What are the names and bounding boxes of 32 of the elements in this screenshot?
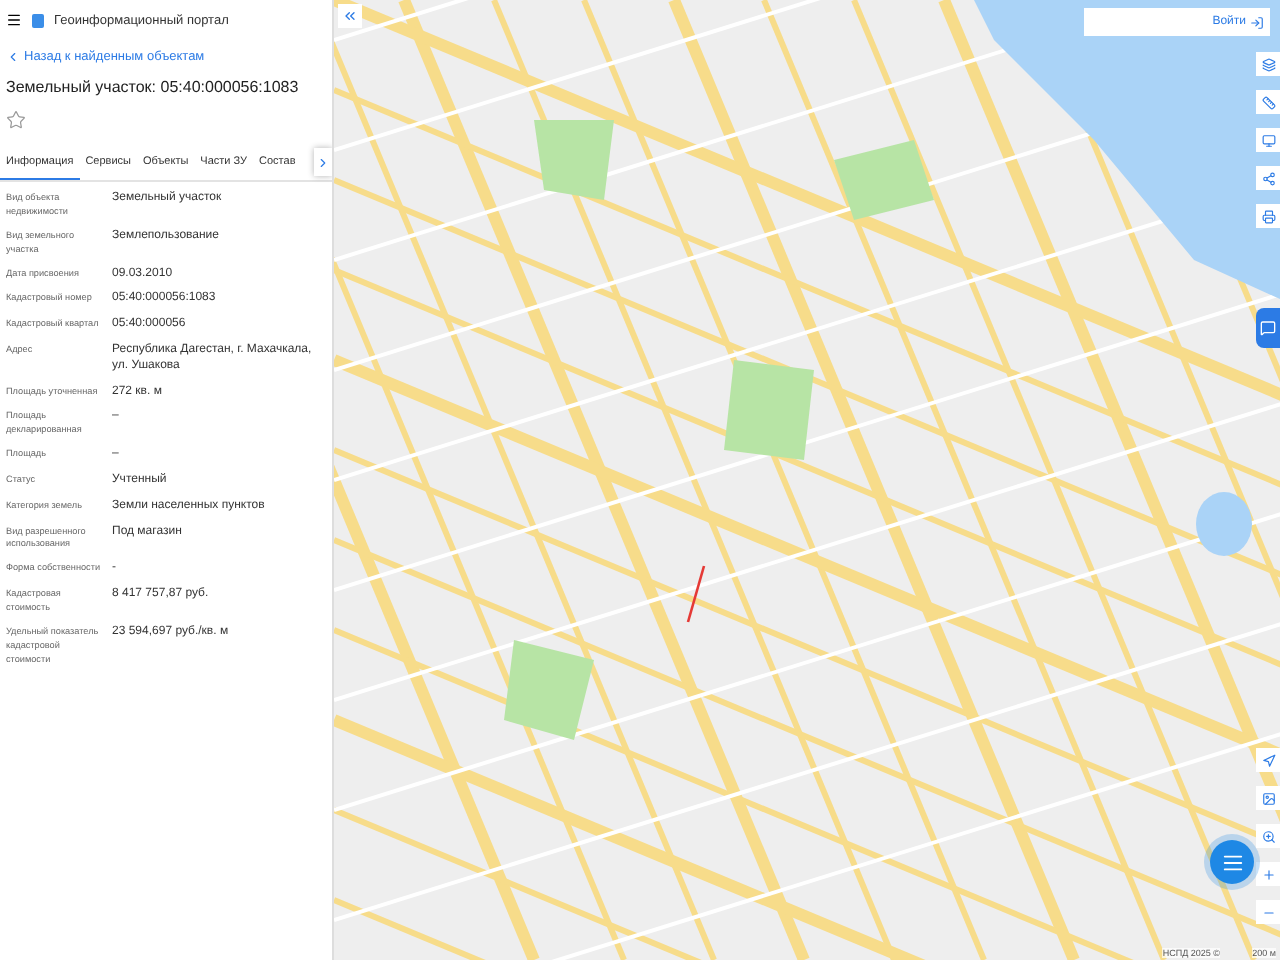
printer-icon <box>1261 209 1275 223</box>
plus-icon <box>1261 867 1275 881</box>
layers-button[interactable] <box>1256 52 1280 76</box>
monitor-icon <box>1261 133 1275 147</box>
image-button[interactable] <box>1256 786 1280 810</box>
message-icon <box>1260 320 1276 336</box>
zoom-search-button[interactable] <box>1256 824 1280 848</box>
print-button[interactable] <box>1256 204 1280 228</box>
navigation-arrow-icon <box>1261 753 1275 767</box>
zoom-search-icon <box>1261 829 1275 843</box>
object-title: Земельный участок: 05:40:000056:1083 <box>4 76 301 100</box>
monitor-button[interactable] <box>1256 128 1280 152</box>
message-button[interactable] <box>1256 308 1280 348</box>
lines-icon <box>1221 851 1243 873</box>
navigation-button[interactable] <box>1256 748 1280 772</box>
share-icon <box>1261 171 1275 185</box>
chevron-right-icon <box>316 155 330 169</box>
collapse-panel-button[interactable] <box>338 4 362 28</box>
chevron-left-icon <box>6 50 20 64</box>
portal-logo-icon <box>32 13 44 27</box>
image-icon <box>1261 791 1275 805</box>
menu-icon[interactable] <box>6 12 22 28</box>
zoom-in-button[interactable] <box>1256 862 1280 886</box>
favorite-star-icon[interactable] <box>6 110 26 130</box>
double-chevron-left-icon <box>342 8 358 24</box>
login-icon <box>1250 15 1264 29</box>
zoom-out-button[interactable] <box>1256 900 1280 924</box>
share-button[interactable] <box>1256 166 1280 190</box>
ruler-icon <box>1261 95 1275 109</box>
ruler-button[interactable] <box>1256 90 1280 114</box>
tabs-scroll-button[interactable] <box>314 148 332 176</box>
layers-icon <box>1261 57 1275 71</box>
